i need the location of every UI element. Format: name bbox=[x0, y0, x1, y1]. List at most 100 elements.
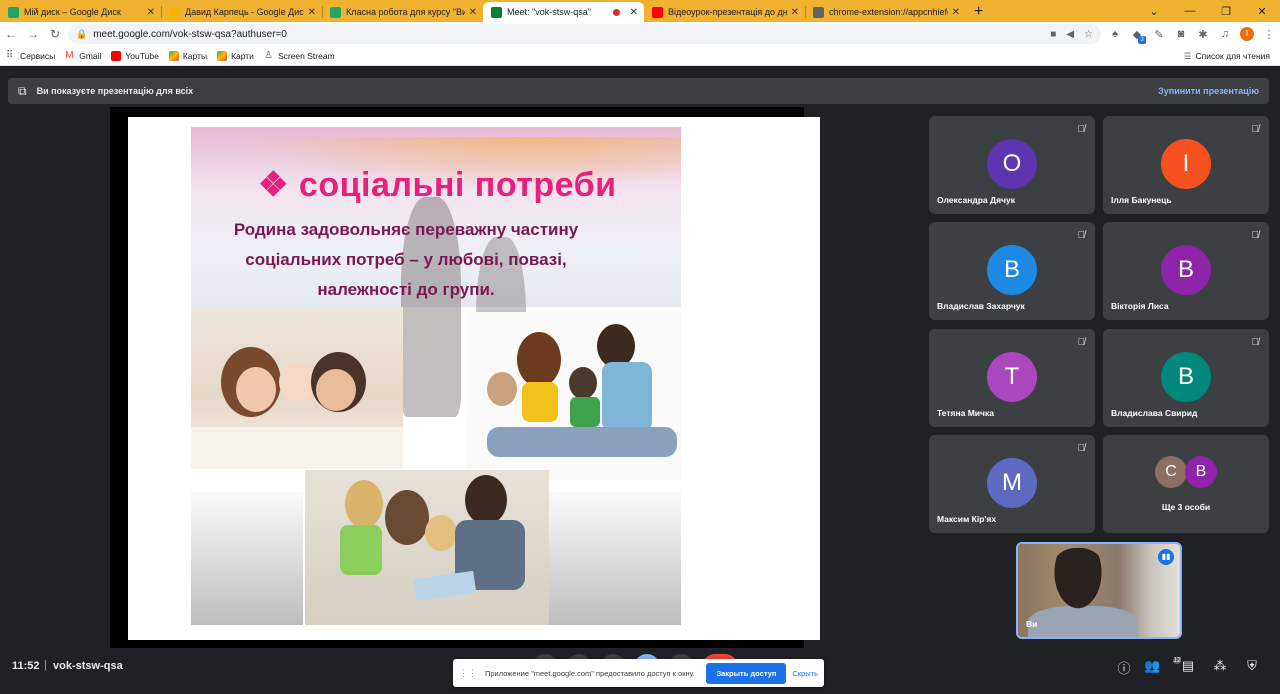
recording-indicator-icon bbox=[612, 8, 620, 16]
new-tab-button[interactable]: + bbox=[974, 2, 983, 22]
bookmark-label: Screen Stream bbox=[277, 50, 335, 61]
close-icon[interactable]: ✕ bbox=[952, 7, 960, 18]
avatar: В bbox=[1185, 456, 1217, 488]
self-view-tile[interactable]: ▮▮ Ви bbox=[1016, 542, 1182, 639]
person-image bbox=[385, 490, 429, 545]
blanket-image bbox=[191, 427, 403, 469]
tab-search-icon[interactable]: ⌄ bbox=[1136, 5, 1172, 18]
google-drive-icon bbox=[8, 6, 19, 18]
faded-background-image bbox=[549, 492, 681, 625]
book-image bbox=[413, 570, 477, 602]
mic-off-icon: 🎙̸ bbox=[1251, 337, 1260, 348]
bookmark-services[interactable]: ⠿ Сервисы bbox=[6, 49, 56, 61]
person-image bbox=[570, 397, 600, 427]
close-icon[interactable]: ✕ bbox=[147, 7, 155, 18]
bookmark-screen-stream[interactable]: ♙ Screen Stream bbox=[263, 49, 335, 61]
divider: | bbox=[44, 659, 47, 671]
people-icon[interactable]: 👥 12 bbox=[1140, 657, 1181, 677]
tab-title: Мій диск – Google Диск bbox=[24, 7, 121, 17]
activities-icon[interactable]: ⁂ bbox=[1204, 658, 1236, 677]
participant-tile[interactable]: 🎙̸ Т Тетяна Мичка bbox=[929, 329, 1095, 427]
mic-off-icon: 🎙̸ bbox=[1077, 230, 1086, 241]
reading-list[interactable]: ☰ Список для чтения bbox=[1184, 46, 1270, 66]
participant-tile[interactable]: 🎙̸ І Ілля Бакунець bbox=[1103, 116, 1269, 214]
close-window-icon[interactable]: ✕ bbox=[1244, 5, 1280, 18]
google-drive-icon bbox=[169, 6, 180, 18]
screen-stream-icon: ♙ bbox=[263, 49, 273, 61]
bookmark-label: Сервисы bbox=[20, 50, 56, 61]
chat-icon[interactable]: ▤ bbox=[1172, 658, 1204, 677]
tab-title: Давид Карпець - Google Диск. Ч bbox=[185, 7, 304, 17]
participant-tile[interactable]: 🎙̸ М Максим Кір'ях bbox=[929, 435, 1095, 533]
reading-list-icon: ☰ bbox=[1183, 50, 1192, 61]
screen-share-icon[interactable]: ◙ bbox=[1170, 28, 1192, 40]
tab-youtube[interactable]: Відеоурок-презентація до дня у ✕ bbox=[644, 2, 805, 22]
drag-handle-icon[interactable]: ⋮⋮ bbox=[459, 668, 477, 679]
tab-classroom[interactable]: Класна робота для курсу "Вихо ✕ bbox=[322, 2, 483, 22]
mic-off-icon: 🎙̸ bbox=[1077, 124, 1086, 135]
apps-grid-icon: ⠿ bbox=[6, 49, 14, 61]
participant-tile[interactable]: 🎙̸ О Олександра Дячук bbox=[929, 116, 1095, 214]
close-icon[interactable]: ✕ bbox=[630, 7, 638, 18]
avatar: Т bbox=[987, 352, 1037, 402]
participant-name: Владислава Свирид bbox=[1111, 408, 1198, 418]
camera-in-use-icon[interactable]: ■ bbox=[1050, 29, 1056, 40]
bookmark-maps[interactable]: Карты bbox=[168, 50, 207, 61]
hide-button[interactable]: Скрыть bbox=[792, 669, 818, 678]
back-icon[interactable]: ← bbox=[0, 27, 22, 41]
participant-tile[interactable]: 🎙̸ В Вікторія Лиса bbox=[1103, 222, 1269, 320]
restore-icon[interactable]: ❐ bbox=[1208, 5, 1244, 18]
tab-google-drive-shared[interactable]: Давид Карпець - Google Диск. Ч ✕ bbox=[161, 2, 322, 22]
close-icon[interactable]: ✕ bbox=[308, 7, 316, 18]
extensions-icon[interactable]: ✱ bbox=[1192, 28, 1214, 41]
bookmark-youtube[interactable]: YouTube bbox=[111, 50, 159, 61]
participant-name: Олександра Дячук bbox=[937, 195, 1015, 205]
bookmark-star-icon[interactable]: ☆ bbox=[1084, 29, 1093, 40]
close-icon[interactable]: ✕ bbox=[791, 7, 799, 18]
slide-content: ❖ соціальні потреби Родина задовольняє п… bbox=[191, 127, 681, 625]
bookmark-gmail[interactable]: M Gmail bbox=[65, 50, 101, 61]
media-control-icon[interactable]: ♫ bbox=[1214, 28, 1236, 40]
extension-icon[interactable]: ◆ 3 bbox=[1126, 28, 1148, 44]
participant-tile[interactable]: 🎙̸ В Владислав Захарчук bbox=[929, 222, 1095, 320]
person-image bbox=[316, 369, 356, 411]
extension-puzzle-icon[interactable]: ♠ bbox=[1104, 28, 1126, 40]
participant-tile[interactable]: 🎙̸ В Владислава Свирид bbox=[1103, 329, 1269, 427]
tab-google-drive[interactable]: Мій диск – Google Диск ✕ bbox=[0, 2, 161, 22]
stop-presenting-button[interactable]: Зупинити презентацію bbox=[1158, 86, 1259, 96]
screen-sharing-notification: ⋮⋮ Приложение "meet.google.com" предоста… bbox=[453, 659, 824, 687]
tab-extension[interactable]: chrome-extension://appcnhiefcio ✕ bbox=[805, 2, 966, 22]
host-controls-icon[interactable]: ⛨ bbox=[1236, 658, 1268, 677]
address-bar[interactable]: 🔒 meet.google.com/vok-stsw-qsa?authuser=… bbox=[68, 24, 1101, 44]
bookmark-label: YouTube bbox=[125, 50, 159, 61]
url-text[interactable]: meet.google.com/vok-stsw-qsa?authuser=0 bbox=[93, 29, 1040, 40]
close-icon[interactable]: ✕ bbox=[469, 7, 477, 18]
menu-icon[interactable]: ⋮ bbox=[1258, 28, 1280, 41]
more-participants-tile[interactable]: С В Ще 3 особи bbox=[1103, 435, 1269, 533]
profile-avatar[interactable]: I bbox=[1240, 27, 1254, 41]
close-access-button[interactable]: Закрыть доступ bbox=[706, 662, 787, 684]
person-image bbox=[602, 362, 652, 432]
minimize-icon[interactable]: — bbox=[1172, 5, 1208, 17]
mic-off-icon: 🎙̸ bbox=[1251, 230, 1260, 241]
participant-name: Вікторія Лиса bbox=[1111, 301, 1169, 311]
tab-title: chrome-extension://appcnhiefcio bbox=[829, 7, 948, 17]
side-controls: ⓘ 👥 12 ▤ ⁂ ⛨ bbox=[1108, 657, 1268, 677]
lock-icon[interactable]: 🔒 bbox=[76, 29, 87, 40]
avatar: С bbox=[1155, 456, 1187, 488]
tab-strip: Мій диск – Google Диск ✕ Давид Карпець -… bbox=[0, 0, 1280, 22]
avatar: О bbox=[987, 139, 1037, 189]
mic-off-icon: 🎙̸ bbox=[1077, 337, 1086, 348]
tab-meet[interactable]: Meet: "vok-stsw-qsa" ✕ bbox=[483, 2, 644, 22]
bookmark-maps-uk[interactable]: Карти bbox=[217, 50, 254, 61]
share-icon[interactable]: ◀ bbox=[1066, 29, 1074, 40]
person-image bbox=[340, 525, 382, 575]
pen-icon[interactable]: ✎ bbox=[1148, 28, 1170, 41]
avatar: В bbox=[987, 245, 1037, 295]
forward-icon[interactable]: → bbox=[22, 27, 44, 41]
extension-badge: 3 bbox=[1138, 35, 1146, 44]
reload-icon[interactable]: ↻ bbox=[44, 27, 66, 41]
faded-background-image bbox=[191, 492, 303, 625]
speaking-indicator-icon: ▮▮ bbox=[1158, 549, 1174, 565]
info-icon[interactable]: ⓘ bbox=[1108, 658, 1140, 677]
